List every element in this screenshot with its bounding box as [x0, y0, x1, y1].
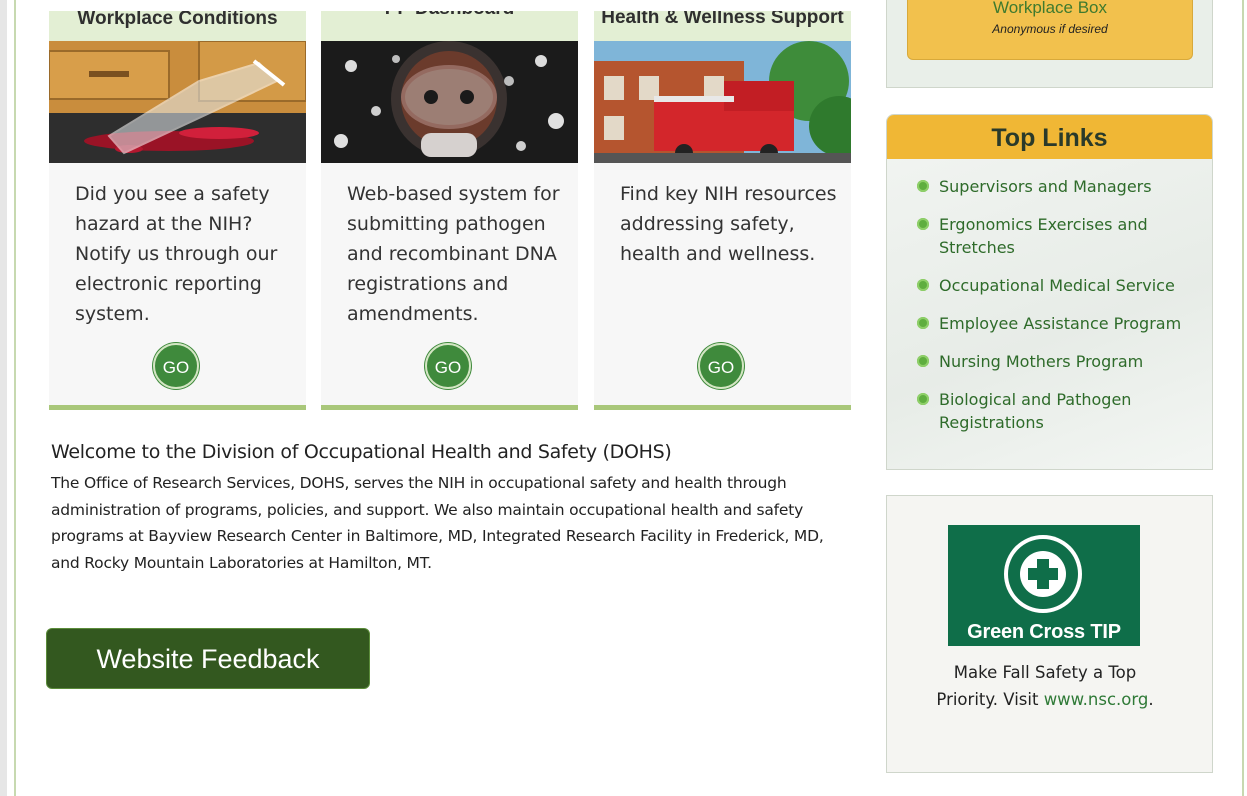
green-cross-logo[interactable]: Green Cross TIP [948, 525, 1140, 646]
card-description: Web-based system for submitting pathogen… [347, 183, 560, 325]
card-pp-dashboard: PP Dashboard Web-based system for submit… [321, 11, 578, 410]
card-heading: PP Dashboard [321, 11, 578, 41]
go-button[interactable]: GO [698, 343, 744, 389]
card-description: Find key NIH resources addressing safety… [620, 183, 837, 265]
top-link-employee-assistance[interactable]: Employee Assistance Program [917, 312, 1197, 335]
top-link-supervisors[interactable]: Supervisors and Managers [917, 175, 1197, 198]
card-description: Did you see a safety hazard at the NIH? … [75, 183, 278, 325]
card-image-flask[interactable] [49, 41, 306, 163]
top-links-panel: Top Links Supervisors and Managers Ergon… [886, 114, 1213, 470]
workplace-box-panel: Workplace Box Anonymous if desired [886, 0, 1213, 88]
page-gutter [0, 0, 7, 796]
go-button[interactable]: GO [153, 343, 199, 389]
workplace-box-button[interactable]: Workplace Box Anonymous if desired [907, 0, 1193, 60]
green-cross-panel: Green Cross TIP Make Fall Safety a Top P… [886, 495, 1213, 773]
nsc-link[interactable]: www.nsc.org [1044, 690, 1149, 709]
top-link-ergonomics[interactable]: Ergonomics Exercises and Stretches [917, 213, 1197, 259]
content-border-right [1242, 0, 1244, 796]
workplace-box-title: Workplace Box [992, 0, 1107, 17]
top-link-nursing-mothers[interactable]: Nursing Mothers Program [917, 350, 1197, 373]
welcome-title: Welcome to the Division of Occupational … [51, 441, 672, 463]
website-feedback-button[interactable]: Website Feedback [46, 628, 370, 689]
go-button[interactable]: GO [425, 343, 471, 389]
nsc-seal-icon [1004, 535, 1082, 613]
card-image-fire-truck[interactable] [594, 41, 851, 163]
card-heading: Workplace Conditions [49, 11, 306, 41]
top-link-occupational-medical[interactable]: Occupational Medical Service [917, 274, 1197, 297]
green-cross-tip: Make Fall Safety a Top Priority. Visit w… [936, 663, 1154, 709]
workplace-box-subtitle: Anonymous if desired [992, 22, 1108, 36]
card-heading: Health & Wellness Support [594, 11, 851, 41]
green-cross-logo-text: Green Cross TIP [967, 621, 1121, 643]
top-links-heading: Top Links [887, 115, 1212, 159]
card-workplace-conditions: Workplace Conditions Did you see a safet… [49, 11, 306, 410]
top-link-biological-pathogen[interactable]: Biological and Pathogen Registrations [917, 388, 1197, 434]
welcome-body: The Office of Research Services, DOHS, s… [51, 474, 824, 572]
content-border-left [14, 0, 16, 796]
top-links-list: Supervisors and Managers Ergonomics Exer… [917, 175, 1197, 449]
card-health-wellness: Health & Wellness Support Find key NIH r… [594, 11, 851, 410]
card-image-goggles[interactable] [321, 41, 578, 163]
